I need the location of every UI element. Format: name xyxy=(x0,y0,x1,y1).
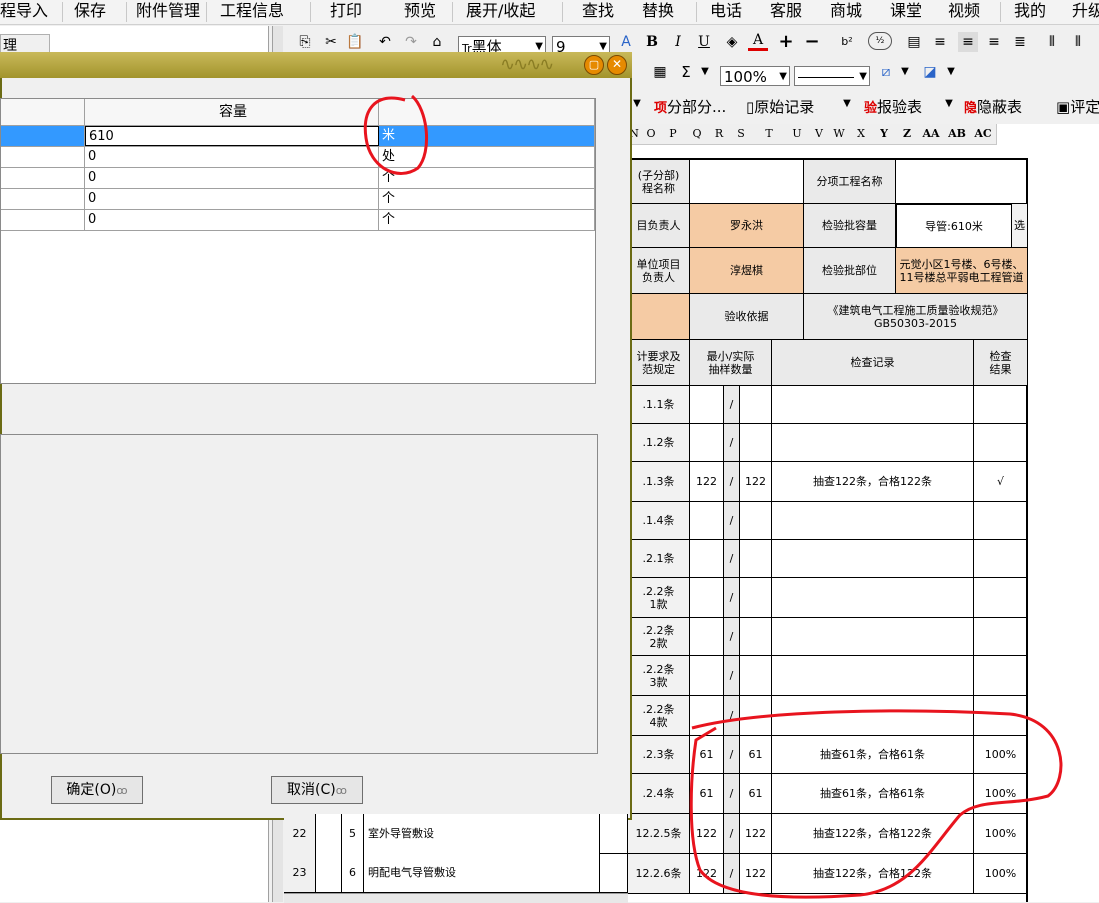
row-number-text: 23 xyxy=(292,866,307,879)
item-name: 室外导管敷设 xyxy=(364,814,600,854)
item-name: 明配电气导管敷设 xyxy=(364,853,600,893)
row-number[interactable]: 23 xyxy=(284,853,316,893)
item-index-text: 5 xyxy=(349,827,356,840)
annotation-circle-results xyxy=(689,709,1063,899)
annotation-circle-unit xyxy=(363,94,429,175)
clause-cell-left xyxy=(600,853,628,893)
item-index: 5 xyxy=(342,814,364,854)
row-gap xyxy=(316,814,342,854)
row-number[interactable]: 22 xyxy=(284,814,316,854)
item-index: 6 xyxy=(342,853,364,893)
item-name-text: 明配电气导管敷设 xyxy=(368,866,456,879)
item-index-text: 6 xyxy=(349,866,356,879)
annotation-layer xyxy=(363,94,1063,899)
row-number-text: 22 xyxy=(292,827,307,840)
clause-cell-left xyxy=(600,814,628,854)
item-name-text: 室外导管敷设 xyxy=(368,827,434,840)
row-gap xyxy=(316,853,342,893)
